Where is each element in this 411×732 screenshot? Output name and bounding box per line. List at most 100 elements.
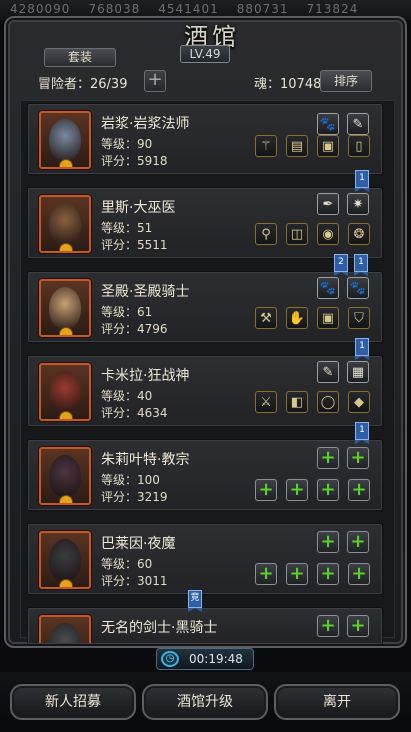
hero-face [49, 203, 81, 245]
hero-face [49, 623, 81, 643]
empty-equip-slot[interactable]: + [255, 479, 277, 501]
hammer-icon[interactable]: ⚒ [255, 307, 277, 329]
paw-icon[interactable]: 🐾 [317, 113, 339, 135]
hero-portrait[interactable] [39, 195, 91, 253]
hero-name: 朱莉叶特·教宗 [101, 452, 190, 468]
rank-crest-icon [59, 411, 73, 419]
empty-skill-slot[interactable]: + [347, 447, 369, 469]
ring-icon[interactable]: ◯ [317, 391, 339, 413]
rank-crest-icon [59, 327, 73, 335]
rank-crest-icon [59, 243, 73, 251]
sort-button[interactable]: 排序 [320, 70, 372, 92]
hero-name: 巴莱因·夜魔 [101, 536, 176, 552]
hero-level: 等级：61 [101, 305, 153, 319]
empty-equip-slot[interactable]: + [286, 563, 308, 585]
hero-name: 无名的剑士·黑骑士 [101, 620, 218, 636]
hero-score: 评分：3219 [101, 490, 168, 504]
hero-card[interactable]: 圣殿·圣殿骑士 等级：61 评分：4796 🐾 🐾 ⚒ ✋ ▣ ⛉ [28, 272, 382, 342]
boots-icon[interactable]: ▯ [348, 135, 370, 157]
hero-portrait[interactable] [39, 531, 91, 589]
rank-tag: 1 [355, 422, 369, 444]
wand-icon[interactable]: ⚲ [255, 223, 277, 245]
rank-tag: 竞 [188, 590, 202, 612]
gem-icon[interactable]: ◆ [348, 391, 370, 413]
timer-text: 00:19:48 [189, 652, 243, 666]
resource-value: 880731 [236, 2, 289, 16]
card-icon[interactable]: ▦ [347, 361, 369, 383]
hero-card[interactable]: 里斯·大巫医 等级：51 评分：5511 ✒ ✷ ⚲ ◫ ◉ ❂ [28, 188, 382, 258]
hero-portrait[interactable] [39, 447, 91, 505]
amulet-icon[interactable]: ❂ [348, 223, 370, 245]
empty-equip-slot[interactable]: + [317, 563, 339, 585]
tavern-upgrade-button[interactable]: 酒馆升级 [142, 684, 268, 720]
feather-icon[interactable]: ✎ [347, 113, 369, 135]
empty-skill-slot[interactable]: + [347, 615, 369, 637]
paw-icon[interactable]: 🐾 [347, 277, 369, 299]
empty-skill-slot[interactable]: + [317, 615, 339, 637]
armor-icon[interactable]: ▣ [317, 307, 339, 329]
adventurer-count: 冒险者：26/39 [38, 77, 128, 92]
recruit-button[interactable]: 新人招募 [10, 684, 136, 720]
hero-score: 评分：5918 [101, 154, 168, 168]
armor-icon[interactable]: ▣ [317, 135, 339, 157]
tavern-level-badge: LV.49 [180, 45, 230, 63]
tome-icon[interactable]: ▤ [286, 135, 308, 157]
hero-portrait[interactable] [39, 279, 91, 337]
rank-crest-icon [59, 579, 73, 587]
hero-score: 评分：4796 [101, 322, 168, 336]
suit-button[interactable]: 套装 [44, 48, 116, 67]
add-slot-button[interactable]: + [144, 70, 166, 92]
hero-score: 评分：5511 [101, 238, 168, 252]
hero-portrait[interactable] [39, 363, 91, 421]
rank-crest-icon [59, 159, 73, 167]
staff-icon[interactable]: ⚚ [255, 135, 277, 157]
gauntlet-icon[interactable]: ✋ [286, 307, 308, 329]
hero-face [49, 455, 81, 497]
hero-name: 卡米拉·狂战神 [101, 368, 190, 384]
hero-card[interactable]: 巴莱因·夜魔 等级：60 评分：3011 + + + + + + [28, 524, 382, 594]
hero-card[interactable]: 无名的剑士·黑骑士 + + [28, 608, 382, 644]
empty-skill-slot[interactable]: + [347, 531, 369, 553]
hero-portrait[interactable] [39, 111, 91, 169]
hero-face [49, 371, 81, 413]
empty-skill-slot[interactable]: + [317, 531, 339, 553]
bracer-icon[interactable]: ◫ [286, 223, 308, 245]
axe-icon[interactable]: ⚔ [255, 391, 277, 413]
resource-value: 713824 [306, 2, 359, 16]
empty-equip-slot[interactable]: + [317, 479, 339, 501]
hero-level: 等级：40 [101, 389, 153, 403]
cape-icon[interactable]: ⛉ [348, 307, 370, 329]
rank-tag: 2 [334, 254, 348, 276]
hero-level: 等级：60 [101, 557, 153, 571]
clock-icon: ◷ [161, 651, 179, 667]
leave-button[interactable]: 离开 [274, 684, 400, 720]
hero-card[interactable]: 朱莉叶特·教宗 等级：100 评分：3219 + + + + + + [28, 440, 382, 510]
resource-value: 4541401 [158, 2, 219, 16]
hero-card[interactable]: 卡米拉·狂战神 等级：40 评分：4634 ✎ ▦ ⚔ ◧ ◯ ◆ [28, 356, 382, 426]
countdown-timer: ◷ 00:19:48 [156, 648, 254, 670]
soul-counter: 魂：10748 [254, 77, 322, 92]
gloves-icon[interactable]: ◧ [286, 391, 308, 413]
dark-feather-icon[interactable]: ✒ [317, 193, 339, 215]
resource-value: 768038 [88, 2, 141, 16]
hero-card[interactable]: 岩浆·岩浆法师 等级：90 评分：5918 🐾 ✎ ⚚ ▤ ▣ ▯ [28, 104, 382, 174]
resource-value: 4280090 [10, 2, 71, 16]
feather-icon[interactable]: ✎ [317, 361, 339, 383]
paw-icon[interactable]: 🐾 [317, 277, 339, 299]
star-burst-icon[interactable]: ✷ [347, 193, 369, 215]
empty-equip-slot[interactable]: + [348, 563, 370, 585]
hero-face [49, 539, 81, 581]
rank-tag: 1 [355, 170, 369, 192]
empty-equip-slot[interactable]: + [286, 479, 308, 501]
hero-portrait[interactable] [39, 615, 91, 643]
empty-equip-slot[interactable]: + [348, 479, 370, 501]
hero-level: 等级：51 [101, 221, 153, 235]
empty-equip-slot[interactable]: + [255, 563, 277, 585]
hero-name: 岩浆·岩浆法师 [101, 116, 190, 132]
hero-name: 里斯·大巫医 [101, 200, 176, 216]
rank-tag: 1 [355, 338, 369, 360]
empty-skill-slot[interactable]: + [317, 447, 339, 469]
hero-face [49, 287, 81, 329]
orb-icon[interactable]: ◉ [317, 223, 339, 245]
hero-level: 等级：90 [101, 137, 153, 151]
